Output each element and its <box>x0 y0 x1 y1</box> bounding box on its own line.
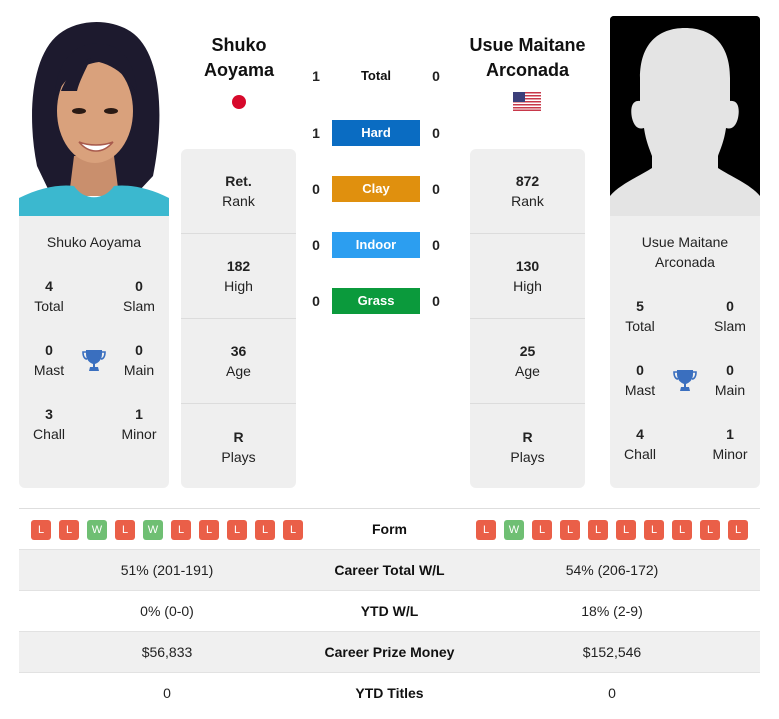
form-loss-badge[interactable]: L <box>283 520 303 540</box>
player-right-name[interactable]: Usue Maitane Arconada <box>460 33 595 83</box>
titles-main: 0 Main <box>123 342 155 378</box>
form-loss-badge[interactable]: L <box>227 520 247 540</box>
h2h-row-clay: 0 Clay 0 <box>300 176 450 202</box>
player-right-titles-card: Usue Maitane Arconada 5 Total 0 Slam 0 M… <box>610 216 760 488</box>
form-loss-badge[interactable]: L <box>728 520 748 540</box>
player-right-side-name: Usue Maitane Arconada <box>641 234 729 270</box>
form-loss-badge[interactable]: L <box>560 520 580 540</box>
surface-grass-badge[interactable]: Grass <box>332 288 420 314</box>
titles-mast: 0 Mast <box>33 342 65 378</box>
titles-slam: 0 Slam <box>714 298 746 334</box>
form-loss-badge[interactable]: L <box>588 520 608 540</box>
trophy-icon <box>82 348 106 374</box>
h2h-row-hard: 1 Hard 0 <box>300 120 450 146</box>
titles-slam: 0 Slam <box>123 278 155 314</box>
player-photo-icon <box>19 16 169 216</box>
player-left-name[interactable]: Shuko Aoyama <box>181 33 297 83</box>
titles-total: 5 Total <box>625 298 655 334</box>
titles-minor: 1 Minor <box>712 426 748 462</box>
plays-cell: R Plays <box>221 428 256 465</box>
silhouette-icon <box>610 16 760 216</box>
japan-flag-icon <box>232 95 246 109</box>
form-loss-badge[interactable]: L <box>672 520 692 540</box>
form-loss-badge[interactable]: L <box>644 520 664 540</box>
player-left-photo <box>19 16 169 216</box>
form-label: Form <box>372 521 407 537</box>
form-win-badge[interactable]: W <box>143 520 163 540</box>
trophy-icon <box>673 368 697 394</box>
form-loss-badge[interactable]: L <box>115 520 135 540</box>
form-loss-badge[interactable]: L <box>199 520 219 540</box>
form-loss-badge[interactable]: L <box>59 520 79 540</box>
titles-minor: 1 Minor <box>121 406 157 442</box>
h2h-row-indoor: 0 Indoor 0 <box>300 232 450 258</box>
h2h-row-grass: 0 Grass 0 <box>300 288 450 314</box>
player-left-side-name: Shuko Aoyama <box>46 234 142 250</box>
form-win-badge[interactable]: W <box>87 520 107 540</box>
titles-chall: 3 Chall <box>33 406 65 442</box>
player-right-form: LWLLLLLLLL <box>476 520 748 540</box>
form-loss-badge[interactable]: L <box>700 520 720 540</box>
titles-chall: 4 Chall <box>624 426 656 462</box>
surface-hard-badge[interactable]: Hard <box>332 120 420 146</box>
age-cell: 36 Age <box>181 319 296 404</box>
form-loss-badge[interactable]: L <box>171 520 191 540</box>
player-left-titles-card: Shuko Aoyama 4 Total 0 Slam 0 Mast 0 Mai… <box>19 216 169 488</box>
titles-mast: 0 Mast <box>624 362 656 398</box>
titles-total: 4 Total <box>34 278 64 314</box>
form-loss-badge[interactable]: L <box>616 520 636 540</box>
titles-main: 0 Main <box>714 362 746 398</box>
rank-cell: 872 Rank <box>470 149 585 234</box>
surface-indoor-badge[interactable]: Indoor <box>332 232 420 258</box>
surface-total-label: Total <box>360 68 392 83</box>
form-row: LLWLWLLLLL Form LWLLLLLLLL <box>19 509 760 549</box>
table-row-career-wl: 51% (201-191) Career Total W/L 54% (206-… <box>19 550 760 591</box>
plays-cell: R Plays <box>510 428 545 465</box>
age-cell: 25 Age <box>470 319 585 404</box>
table-row-ytd-titles: 0 YTD Titles 0 <box>163 685 616 701</box>
player-left-stats-card: Ret. Rank 182 High 36 Age R Plays <box>181 149 296 488</box>
h2h-row-total: 1 Total 0 <box>300 63 450 89</box>
form-loss-badge[interactable]: L <box>255 520 275 540</box>
player-right-photo <box>610 16 760 216</box>
rank-cell: Ret. Rank <box>181 149 296 234</box>
player-right-stats-card: 872 Rank 130 High 25 Age R Plays <box>470 149 585 488</box>
table-row-ytd-wl: 0% (0-0) YTD W/L 18% (2-9) <box>140 603 643 619</box>
form-loss-badge[interactable]: L <box>476 520 496 540</box>
high-cell: 182 High <box>181 234 296 319</box>
player-left-form: LLWLWLLLLL <box>31 520 303 540</box>
form-loss-badge[interactable]: L <box>532 520 552 540</box>
table-row-prize-money: $56,833 Career Prize Money $152,546 <box>19 632 760 673</box>
high-cell: 130 High <box>470 234 585 319</box>
surface-clay-badge[interactable]: Clay <box>332 176 420 202</box>
usa-flag-icon <box>513 92 541 111</box>
form-win-badge[interactable]: W <box>504 520 524 540</box>
form-loss-badge[interactable]: L <box>31 520 51 540</box>
